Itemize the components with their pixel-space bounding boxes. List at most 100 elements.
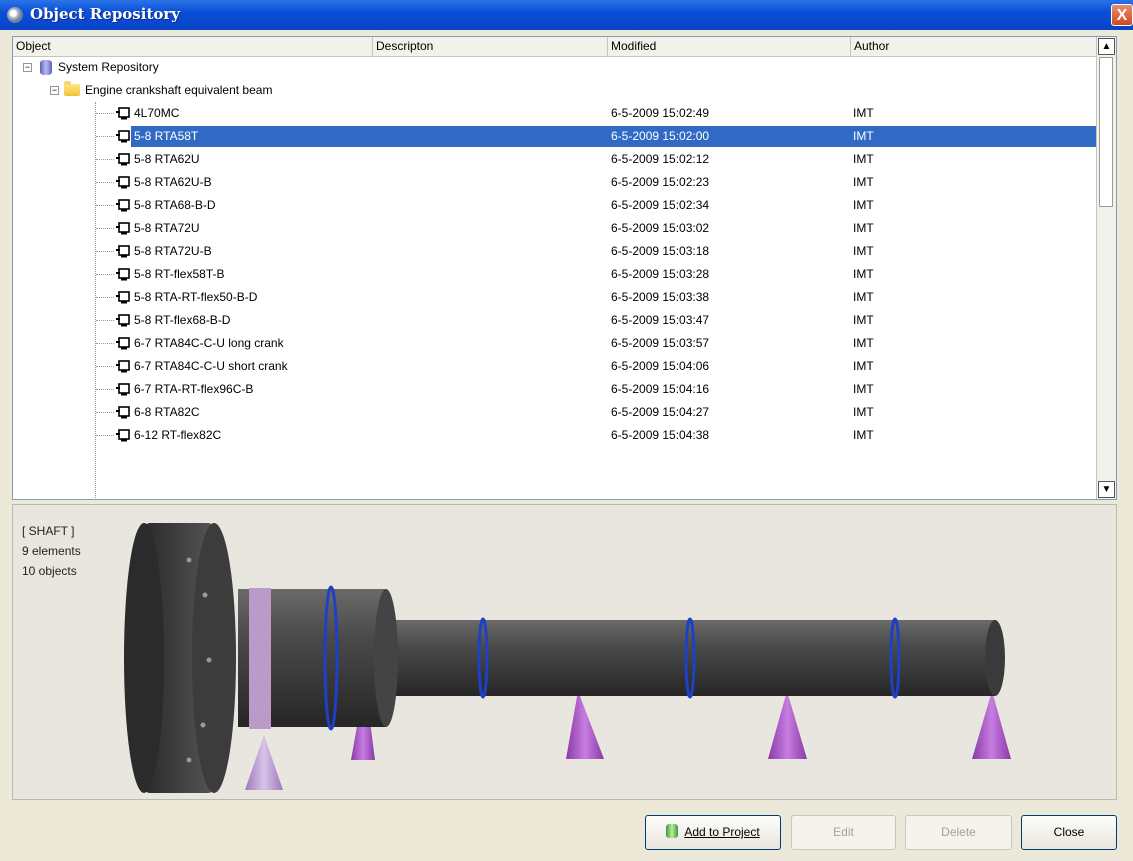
tree-connector	[96, 435, 114, 436]
tree-connector	[96, 297, 114, 298]
item-author: IMT	[853, 152, 874, 166]
tree-connector	[96, 182, 114, 183]
tree-connector	[96, 389, 114, 390]
beam-icon	[116, 222, 130, 235]
support-4	[972, 691, 1011, 759]
item-modified: 6-5-2009 15:02:49	[611, 106, 710, 120]
item-author: IMT	[853, 129, 874, 143]
tree-connector	[96, 251, 114, 252]
support-0	[245, 735, 283, 790]
beam-icon	[116, 245, 130, 258]
item-name: 5-8 RTA58T	[134, 129, 199, 143]
item-author: IMT	[853, 405, 874, 419]
item-modified: 6-5-2009 15:04:27	[611, 405, 710, 419]
add-to-project-button[interactable]: Add to Project	[645, 815, 781, 850]
tree-connector	[96, 136, 114, 137]
support-2	[566, 691, 604, 759]
beam-icon	[116, 406, 130, 419]
title-bar: Object Repository X	[0, 0, 1133, 30]
tree-item-row[interactable]: 5-8 RTA62U 6-5-2009 15:02:12 IMT	[13, 148, 1097, 171]
item-author: IMT	[853, 428, 874, 442]
repository-tree[interactable]: Object Descripton Modified Author − Syst…	[12, 36, 1117, 500]
tree-connector	[96, 205, 114, 206]
beam-icon	[116, 199, 130, 212]
item-modified: 6-5-2009 15:03:02	[611, 221, 710, 235]
tree-item-row[interactable]: 5-8 RTA58T 6-5-2009 15:02:00 IMT	[13, 125, 1097, 148]
item-author: IMT	[853, 198, 874, 212]
tree-item-row[interactable]: 6-8 RTA82C 6-5-2009 15:04:27 IMT	[13, 401, 1097, 424]
item-name: 4L70MC	[134, 106, 180, 120]
item-author: IMT	[853, 267, 874, 281]
item-author: IMT	[853, 221, 874, 235]
tree-item-row[interactable]: 5-8 RTA72U 6-5-2009 15:03:02 IMT	[13, 217, 1097, 240]
vertical-scrollbar[interactable]: ▲ ▼	[1096, 37, 1116, 499]
item-modified: 6-5-2009 15:02:12	[611, 152, 710, 166]
scroll-up-button[interactable]: ▲	[1098, 38, 1115, 55]
tree-connector	[96, 343, 114, 344]
item-name: 6-7 RTA84C-C-U short crank	[134, 359, 288, 373]
root-label: System Repository	[58, 60, 159, 74]
item-author: IMT	[853, 382, 874, 396]
app-icon	[7, 7, 23, 23]
beam-icon	[116, 337, 130, 350]
item-modified: 6-5-2009 15:03:47	[611, 313, 710, 327]
tree-connector	[96, 412, 114, 413]
folder-label: Engine crankshaft equivalent beam	[85, 83, 273, 97]
tree-item-row[interactable]: 5-8 RTA62U-B 6-5-2009 15:02:23 IMT	[13, 171, 1097, 194]
tree-item-row[interactable]: 5-8 RTA68-B-D 6-5-2009 15:02:34 IMT	[13, 194, 1097, 217]
item-modified: 6-5-2009 15:03:18	[611, 244, 710, 258]
tree-item-row[interactable]: 5-8 RT-flex58T-B 6-5-2009 15:03:28 IMT	[13, 263, 1097, 286]
item-author: IMT	[853, 244, 874, 258]
beam-icon	[116, 383, 130, 396]
delete-button[interactable]: Delete	[905, 815, 1012, 850]
beam-icon	[116, 153, 130, 166]
tree-item-row[interactable]: 6-12 RT-flex82C 6-5-2009 15:04:38 IMT	[13, 424, 1097, 447]
scroll-down-button[interactable]: ▼	[1098, 481, 1115, 498]
collapse-folder-icon[interactable]: −	[50, 86, 59, 95]
edit-button[interactable]: Edit	[791, 815, 896, 850]
beam-icon	[116, 268, 130, 281]
tree-connector	[96, 113, 114, 114]
beam-icon	[116, 360, 130, 373]
tree-item-row[interactable]: 4L70MC 6-5-2009 15:02:49 IMT	[13, 102, 1097, 125]
item-modified: 6-5-2009 15:02:00	[611, 129, 710, 143]
tree-folder-row[interactable]: − Engine crankshaft equivalent beam	[13, 79, 1097, 102]
close-window-button[interactable]: X	[1111, 4, 1133, 26]
item-name: 6-8 RTA82C	[134, 405, 200, 419]
hub-end	[374, 589, 398, 727]
beam-icon	[116, 107, 130, 120]
close-button[interactable]: Close	[1021, 815, 1117, 850]
item-modified: 6-5-2009 15:02:34	[611, 198, 710, 212]
tree-item-row[interactable]: 6-7 RTA84C-C-U long crank 6-5-2009 15:03:…	[13, 332, 1097, 355]
item-modified: 6-5-2009 15:04:06	[611, 359, 710, 373]
tree-item-row[interactable]: 5-8 RTA-RT-flex50-B-D 6-5-2009 15:03:38 IM…	[13, 286, 1097, 309]
item-name: 5-8 RTA62U	[134, 152, 200, 166]
item-name: 6-7 RTA-RT-flex96C-B	[134, 382, 254, 396]
item-modified: 6-5-2009 15:02:23	[611, 175, 710, 189]
item-author: IMT	[853, 175, 874, 189]
beam-icon	[116, 429, 130, 442]
scroll-thumb[interactable]	[1099, 57, 1113, 207]
button-bar: Add to Project Edit Delete Close	[0, 801, 1133, 861]
bolt-hole	[186, 557, 192, 563]
tree-item-row[interactable]: 5-8 RTA72U-B 6-5-2009 15:03:18 IMT	[13, 240, 1097, 263]
window-title: Object Repository	[30, 5, 181, 23]
add-project-icon	[666, 824, 679, 838]
item-author: IMT	[853, 359, 874, 373]
database-icon	[40, 60, 52, 75]
col-object[interactable]: Object	[13, 37, 373, 56]
tree-item-row[interactable]: 6-7 RTA84C-C-U short crank 6-5-2009 15:04…	[13, 355, 1097, 378]
tree-item-row[interactable]: 6-7 RTA-RT-flex96C-B 6-5-2009 15:04:16 IMT	[13, 378, 1097, 401]
col-author[interactable]: Author	[851, 37, 1097, 56]
beam-icon	[116, 291, 130, 304]
tree-item-row[interactable]: 5-8 RT-flex68-B-D 6-5-2009 15:03:47 IMT	[13, 309, 1097, 332]
tree-root-row[interactable]: − System Repository	[13, 56, 1097, 79]
bolt-hole	[206, 657, 212, 663]
item-author: IMT	[853, 336, 874, 350]
col-modified[interactable]: Modified	[608, 37, 851, 56]
tree-connector	[96, 228, 114, 229]
bolt-hole	[200, 722, 206, 728]
shaft-beam	[385, 620, 995, 696]
collapse-root-icon[interactable]: −	[23, 63, 32, 72]
col-description[interactable]: Descripton	[373, 37, 608, 56]
